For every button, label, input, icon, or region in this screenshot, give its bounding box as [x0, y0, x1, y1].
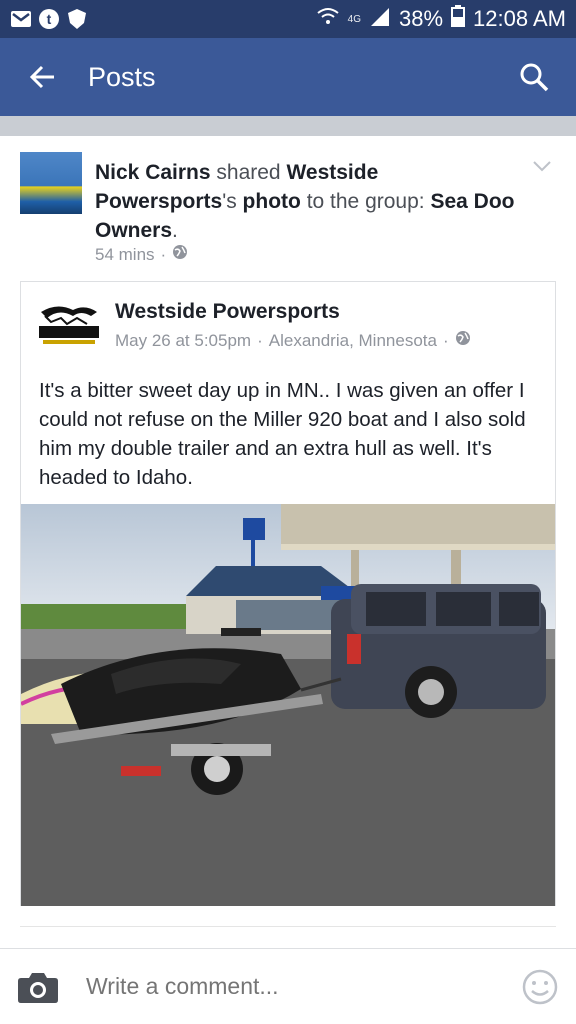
- post-headline: Nick Cairns shared Westside Powersports'…: [95, 161, 515, 242]
- photo-link[interactable]: photo: [243, 190, 301, 213]
- avatar[interactable]: [20, 152, 82, 214]
- chevron-down-icon[interactable]: [530, 154, 554, 178]
- emoji-icon[interactable]: [520, 967, 560, 1007]
- globe-icon: [455, 330, 471, 351]
- post-photo[interactable]: [21, 504, 555, 906]
- shared-date[interactable]: May 26 at 5:05pm: [115, 331, 251, 351]
- post-card: Nick Cairns shared Westside Powersports'…: [0, 136, 576, 948]
- shared-post[interactable]: Westside Powersports May 26 at 5:05pm · …: [20, 281, 556, 906]
- network-label: 4G: [347, 13, 361, 25]
- post-actions: [20, 926, 556, 948]
- svg-text:t: t: [47, 11, 52, 27]
- author-link[interactable]: Nick Cairns: [95, 161, 211, 184]
- shared-page-name[interactable]: Westside Powersports: [115, 300, 340, 324]
- shared-meta: May 26 at 5:05pm · Alexandria, Minnesota…: [115, 330, 471, 351]
- comment-composer: [0, 948, 576, 1024]
- back-arrow-icon[interactable]: [18, 53, 66, 101]
- status-bar: t 4G 38% 12:08 AM: [0, 0, 576, 38]
- battery-percent: 38%: [399, 6, 444, 31]
- page-title: Posts: [88, 61, 156, 92]
- gmail-icon: [10, 8, 32, 30]
- camera-icon[interactable]: [16, 965, 60, 1009]
- signal-icon: [369, 6, 391, 32]
- divider: [0, 116, 576, 136]
- notification-icons: t: [10, 8, 88, 30]
- shared-location[interactable]: Alexandria, Minnesota: [269, 331, 437, 351]
- battery-icon: [451, 5, 466, 33]
- tumblr-icon: t: [38, 8, 60, 30]
- post-meta: 54 mins ·: [95, 244, 188, 265]
- shield-icon: [66, 8, 88, 30]
- post-text: It's a bitter sweet day up in MN.. I was…: [39, 379, 526, 489]
- globe-icon: [172, 244, 188, 265]
- page-logo[interactable]: [37, 302, 101, 346]
- comment-input[interactable]: [86, 973, 520, 1000]
- wifi-icon: [316, 6, 340, 32]
- post-time[interactable]: 54 mins: [95, 245, 155, 265]
- clock: 12:08 AM: [473, 6, 566, 31]
- search-icon[interactable]: [510, 53, 558, 101]
- app-bar: Posts: [0, 38, 576, 116]
